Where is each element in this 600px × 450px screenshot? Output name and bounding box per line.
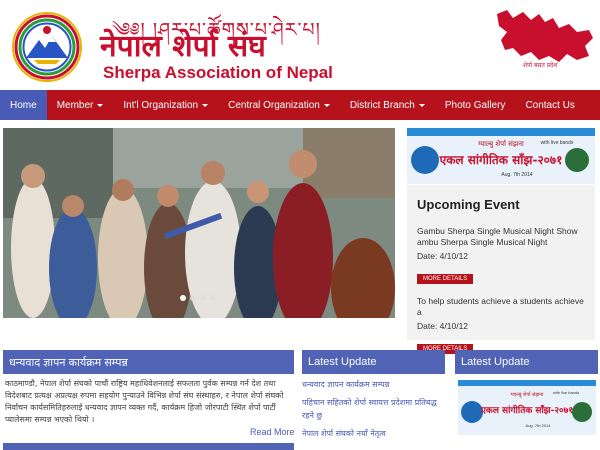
event-text: Gambu Sherpa Single Musical Night Show a…	[417, 226, 578, 247]
banner-main-text: एकल सांगीतिक साँझ-२०७१	[439, 153, 563, 167]
main-nav: Home Member Int'l Organization Central O…	[0, 90, 600, 120]
nav-intl-organization[interactable]: Int'l Organization	[113, 90, 218, 120]
site-header: ༄༅། །ཤར་པ་ཚོགས་པ་ཤེར་པ། नेपाल शेर्पा संघ…	[0, 0, 600, 88]
caret-down-icon	[323, 103, 330, 107]
banner-top-text: ग्याल्बु शेर्पा संझना	[511, 391, 544, 398]
more-details-button[interactable]: MORE DETAILS	[417, 274, 474, 284]
nav-label: Home	[10, 99, 37, 111]
upcoming-title: Upcoming Event	[417, 197, 520, 212]
latest-update-link[interactable]: धन्यवाद ज्ञापन कार्यक्रम सम्पन्न	[302, 378, 445, 391]
nav-member[interactable]: Member	[47, 90, 114, 120]
slider-dots	[180, 295, 216, 301]
latest-update-link[interactable]: पहिचान सहितको शेर्पा स्वायत्त प्रदेशमा प…	[302, 396, 445, 422]
event-date: Date: 4/10/12	[417, 321, 469, 331]
latest-update-list: धन्यवाद ज्ञापन कार्यक्रम सम्पन्न पहिचान …	[302, 378, 445, 445]
caret-down-icon	[202, 103, 209, 107]
nav-label: Central Organization	[228, 99, 320, 111]
nav-central-organization[interactable]: Central Organization	[218, 90, 340, 120]
photo-slider[interactable]	[3, 128, 395, 318]
banner-side-text: with live bands	[553, 390, 579, 395]
latest-update-link[interactable]: नेपाल शेर्पा संघको नयाँ नेतृत्व	[302, 427, 445, 440]
caret-down-icon	[97, 103, 104, 107]
map-label: शेर्पा बसत प्रदेश	[523, 62, 558, 69]
nav-contact-us[interactable]: Contact Us	[515, 90, 584, 120]
nav-label: Contact Us	[525, 99, 575, 111]
nav-district-branch[interactable]: District Branch	[340, 90, 435, 120]
slider-dot[interactable]	[180, 295, 186, 301]
nav-label: Member	[56, 99, 94, 111]
nav-photo-gallery[interactable]: Photo Gallery	[435, 90, 516, 120]
slider-photo	[3, 128, 395, 318]
slider-dot[interactable]	[190, 295, 196, 301]
upcoming-event-box: Upcoming Event Gambu Sherpa Single Music…	[407, 185, 595, 354]
nav-label: Photo Gallery	[444, 99, 506, 111]
slider-dot[interactable]	[210, 295, 216, 301]
nav-label: Int'l Organization	[123, 99, 199, 111]
event-text: To help students achieve a students achi…	[417, 296, 584, 317]
latest-update-header: Latest Update	[302, 350, 445, 374]
banner-top-text: ग्याल्बु शेर्पा संझना	[478, 139, 524, 148]
nav-home[interactable]: Home	[0, 90, 47, 120]
event-date: Date: 4/10/12	[417, 251, 469, 261]
musical-night-banner[interactable]: ग्याल्बु शेर्पा संझना एकल सांगीतिक साँझ-…	[407, 128, 595, 184]
caret-down-icon	[418, 103, 425, 107]
read-more-link[interactable]: Read More	[250, 427, 295, 437]
banner-main-text: एकल सांगीतिक साँझ-२०७१	[480, 404, 573, 416]
sherpa-region-map	[497, 10, 593, 62]
slider-dot[interactable]	[200, 295, 206, 301]
english-title: Sherpa Association of Nepal	[103, 63, 333, 82]
banner-side-text: with live bands	[541, 140, 574, 146]
nepali-title: नेपाल शेर्पा संघ	[100, 29, 266, 64]
next-panel-header	[3, 443, 294, 450]
news-panel-header[interactable]: धन्यवाद ज्ञापन कार्यक्रम सम्पन्न	[3, 350, 294, 374]
latest-banner-image[interactable]: ग्याल्बु शेर्पा संझना एकल सांगीतिक साँझ-…	[458, 380, 596, 435]
latest-update-header-2: Latest Update	[455, 350, 598, 374]
banner-date-text: Aug. 7th 2014	[526, 423, 552, 428]
banner-date-text: Aug. 7th 2014	[501, 172, 532, 178]
association-logo[interactable]	[12, 12, 82, 82]
nav-label: District Branch	[349, 99, 415, 111]
